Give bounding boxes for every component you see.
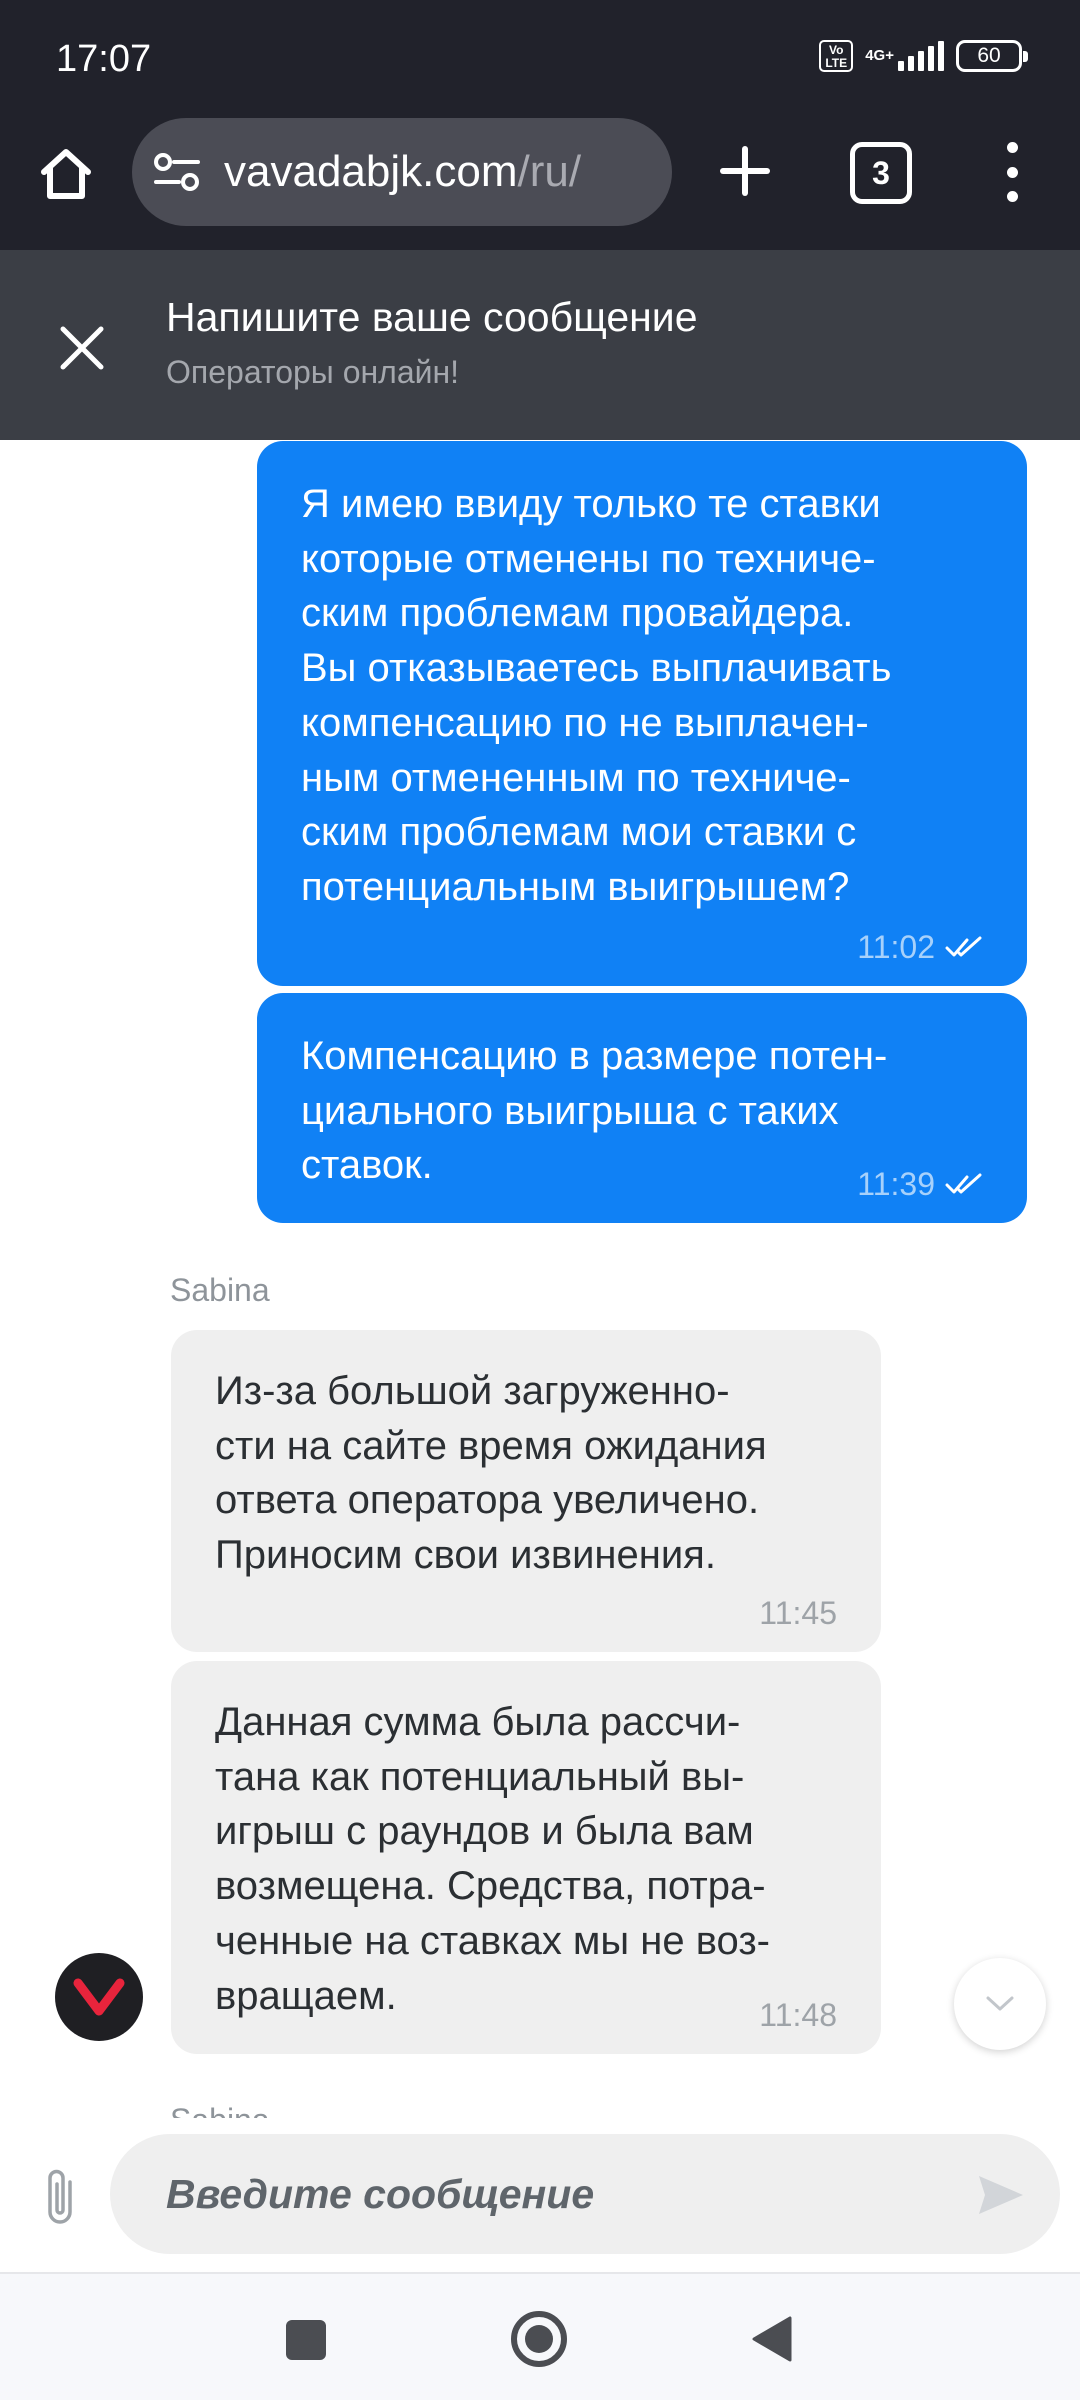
url-text: vavadabjk.com/ru/ [224,147,581,197]
scroll-down-button[interactable] [954,1958,1046,2050]
sender-name: Sabina [170,1272,270,1308]
tab-switcher-icon[interactable]: 3 [850,142,912,204]
outgoing-message[interactable]: Компенсацию в размере потен- циального в… [257,993,1027,1223]
browser-toolbar: vavadabjk.com/ru/ 3 [0,118,1080,250]
nav-home-icon[interactable] [511,2311,567,2367]
url-host: vavadabjk.com [224,147,518,196]
status-icons: Vo LTE 4G+ 60 [819,40,1028,72]
close-icon [60,326,104,370]
message-time: 11:48 [759,1997,837,2033]
incoming-message[interactable]: Из-за большой загруженно- сти на сайте в… [171,1330,881,1652]
chat-title: Напишите ваше сообщение [166,294,698,340]
message-meta: 11:39 [857,1167,983,1201]
recent-apps-icon[interactable] [286,2320,326,2360]
message-meta: 11:48 [759,1998,837,2032]
chevron-down-icon [986,1996,1014,2011]
read-checkmarks-icon [945,936,982,957]
new-tab-button[interactable] [710,136,780,206]
address-bar[interactable]: vavadabjk.com/ru/ [132,118,672,226]
volte-icon: Vo LTE [819,40,854,72]
message-text: Из-за большой загруженно- сти на сайте в… [215,1369,767,1578]
url-path: /ru/ [517,147,582,196]
tab-count: 3 [872,155,890,191]
network-type: 4G+ [865,41,944,71]
chat-header: Напишите ваше сообщение Операторы онлайн… [0,250,1080,440]
battery-level: 60 [977,44,1001,67]
message-text: Я имею ввиду только те ставки которые от… [301,482,892,909]
incoming-message[interactable]: Данная сумма была рассчи- тана как потен… [171,1661,881,2054]
send-icon [979,2176,1023,2214]
new-tab-icon [720,146,770,196]
status-bar: 17:07 Vo LTE 4G+ 60 [0,0,1080,118]
read-checkmarks-icon [945,1173,982,1194]
message-text: Данная сумма была рассчи- тана как потен… [215,1700,770,2018]
close-chat-button[interactable] [52,318,112,378]
sender-name-partial: Sabina [170,2104,270,2118]
message-input[interactable] [110,2134,1060,2254]
system-nav-bar [0,2272,1080,2400]
operator-avatar [55,1953,143,2041]
message-time: 11:39 [857,1166,935,1202]
home-icon [41,149,91,199]
message-meta: 11:45 [759,1596,837,1630]
back-icon[interactable] [752,2316,792,2362]
message-time: 11:02 [857,929,935,965]
send-button[interactable] [974,2170,1028,2220]
more-menu-icon[interactable] [992,136,1032,208]
message-meta: 11:02 [857,930,983,964]
home-button[interactable] [32,140,100,208]
attach-button[interactable] [36,2164,84,2230]
site-settings-icon[interactable] [154,148,202,196]
battery-icon: 60 [956,40,1028,72]
paperclip-icon [48,2169,72,2224]
message-time: 11:45 [759,1595,837,1631]
chat-subtitle: Операторы онлайн! [166,354,460,390]
signal-icon [898,41,944,71]
message-composer [0,2120,1080,2270]
brand-logo-icon [73,1978,125,2016]
outgoing-message[interactable]: Я имею ввиду только те ставки которые от… [257,441,1027,986]
status-time: 17:07 [56,38,152,80]
